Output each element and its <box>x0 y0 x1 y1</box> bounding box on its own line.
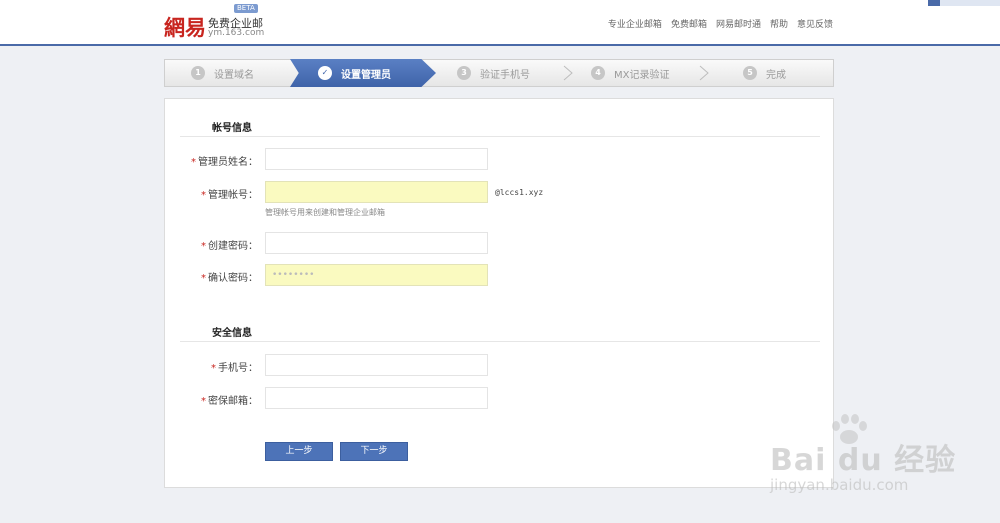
phone-label: * 手机号： <box>211 363 258 374</box>
beta-badge: BETA <box>234 4 258 13</box>
step-number: 3 <box>457 66 471 80</box>
nav-free-mail[interactable]: 免费邮箱 <box>671 17 707 30</box>
nav-mail-messenger[interactable]: 网易邮时通 <box>716 17 761 30</box>
nav-feedback[interactable]: 意见反馈 <box>797 17 833 30</box>
step-label: MX记录验证 <box>614 69 670 81</box>
prev-button[interactable]: 上一步 <box>265 442 333 461</box>
admin-account-label: * 管理帐号： <box>201 190 258 201</box>
step-number: 4 <box>591 66 605 80</box>
section-divider <box>180 136 820 137</box>
step-number: 5 <box>743 66 757 80</box>
next-button[interactable]: 下一步 <box>340 442 408 461</box>
nav-help[interactable]: 帮助 <box>770 17 788 30</box>
backup-email-input[interactable] <box>265 387 488 409</box>
corner-widget-icon <box>928 0 940 6</box>
phone-input[interactable] <box>265 354 488 376</box>
password-input[interactable] <box>265 232 488 254</box>
domain-suffix: @lccs1.xyz <box>495 188 544 197</box>
backup-email-label: * 密保邮箱： <box>201 396 258 407</box>
step-verify-phone: 3 验证手机号 <box>457 60 530 86</box>
section-title-security: 安全信息 <box>212 328 252 339</box>
logo-domain: ym.163.com <box>208 28 265 38</box>
form-panel: 帐号信息 * 管理员姓名： * 管理帐号： @lccs1.xyz 管理帐号用来创建和… <box>164 98 834 488</box>
step-set-admin: ✓ 设置管理员 <box>318 60 391 86</box>
required-mark: * <box>211 363 216 374</box>
required-mark: * <box>201 190 206 201</box>
admin-account-input[interactable] <box>265 181 488 203</box>
step-check-icon: ✓ <box>318 66 332 80</box>
watermark: Bai du 经验 jingyan.baidu.com <box>770 414 970 500</box>
required-mark: * <box>201 241 206 252</box>
step-label: 完成 <box>766 69 786 81</box>
step-complete: 5 完成 <box>743 60 786 86</box>
required-mark: * <box>201 396 206 407</box>
confirm-password-label: * 确认密码： <box>201 273 258 284</box>
required-mark: * <box>201 273 206 284</box>
watermark-brand: Bai du 经验 <box>770 443 957 478</box>
watermark-site: jingyan.baidu.com <box>770 476 909 494</box>
step-progress: 1 设置域名 ✓ 设置管理员 3 验证手机号 4 MX记录验证 5 完成 <box>164 59 834 87</box>
header: 網易 免费企业邮 BETA ym.163.com 专业企业邮箱 免费邮箱 网易邮… <box>0 0 1000 46</box>
chevron-right-icon <box>699 65 709 81</box>
chevron-right-icon <box>563 65 573 81</box>
step-label: 设置域名 <box>214 69 254 81</box>
section-title-account: 帐号信息 <box>212 123 252 134</box>
nav-pro-mail[interactable]: 专业企业邮箱 <box>608 17 662 30</box>
logo-mark: 網易 <box>164 15 206 40</box>
step-number: 1 <box>191 66 205 80</box>
step-mx-verify: 4 MX记录验证 <box>591 60 669 86</box>
step-set-domain: 1 设置域名 <box>191 60 254 86</box>
required-mark: * <box>191 157 196 168</box>
section-divider <box>180 341 820 342</box>
admin-name-input[interactable] <box>265 148 488 170</box>
password-label: * 创建密码： <box>201 241 258 252</box>
top-nav: 专业企业邮箱 免费邮箱 网易邮时通 帮助 意见反馈 <box>608 17 833 30</box>
step-label: 设置管理员 <box>341 69 391 81</box>
confirm-password-input[interactable] <box>265 264 488 286</box>
admin-account-hint: 管理帐号用来创建和管理企业邮箱 <box>265 208 385 217</box>
step-label: 验证手机号 <box>480 69 530 81</box>
admin-name-label: * 管理员姓名： <box>191 157 258 168</box>
